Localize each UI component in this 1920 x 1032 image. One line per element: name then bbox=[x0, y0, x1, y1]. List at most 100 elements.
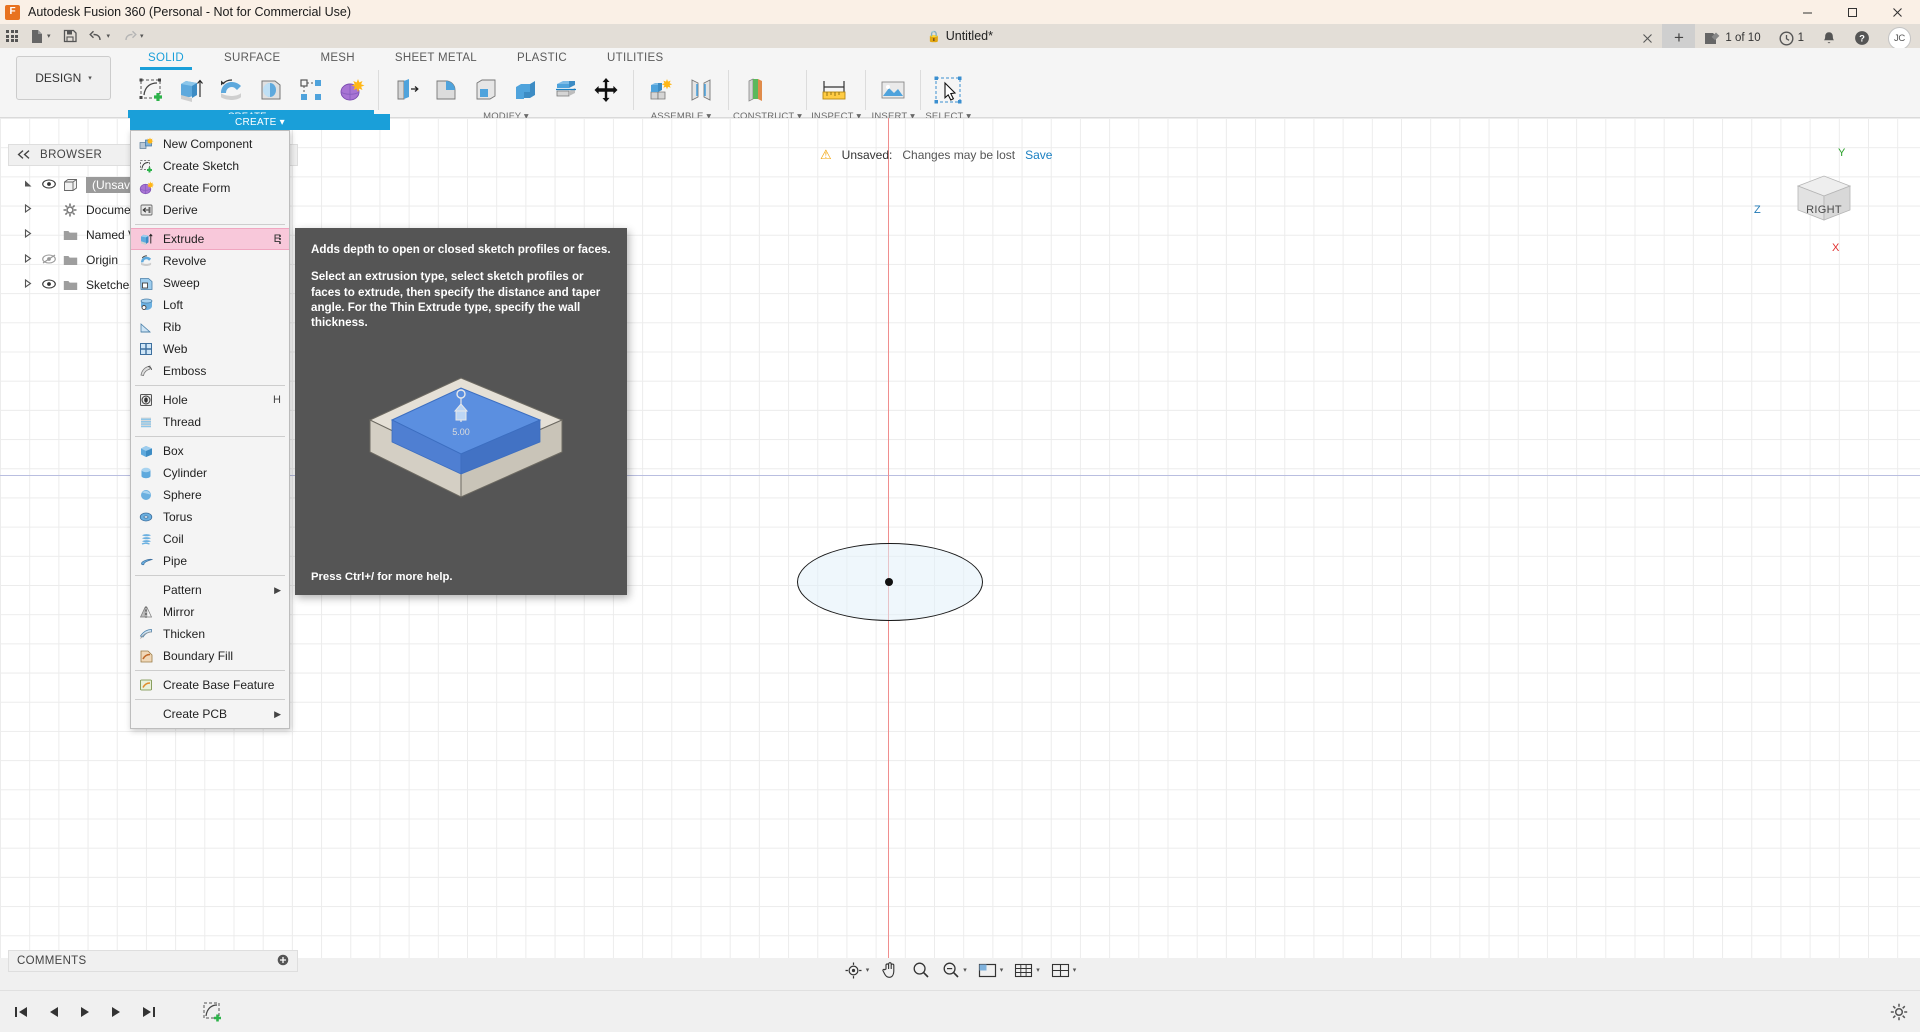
zoom-window-caret[interactable]: ▾ bbox=[963, 966, 967, 974]
combine-icon[interactable] bbox=[507, 71, 545, 109]
insert-image-icon[interactable] bbox=[874, 71, 912, 109]
menu-item-create-form[interactable]: Create Form bbox=[131, 177, 289, 199]
undo-caret[interactable]: ▾ bbox=[107, 32, 111, 40]
menu-item-revolve[interactable]: Revolve bbox=[131, 250, 289, 272]
shell-icon[interactable] bbox=[467, 71, 505, 109]
visibility-icon[interactable] bbox=[42, 178, 56, 192]
pattern-icon[interactable] bbox=[292, 71, 330, 109]
menu-item-derive[interactable]: Derive bbox=[131, 199, 289, 221]
new-file-icon[interactable]: ▾ bbox=[24, 24, 57, 48]
tab-solid[interactable]: SOLID bbox=[128, 48, 204, 70]
visibility-icon[interactable] bbox=[42, 278, 56, 292]
display-settings-icon[interactable]: ▾ bbox=[974, 956, 1008, 984]
save-icon[interactable] bbox=[57, 24, 83, 48]
zoom-window-icon[interactable]: ▾ bbox=[938, 956, 971, 984]
boundary-fill-icon bbox=[139, 648, 159, 664]
menu-item-emboss[interactable]: Emboss bbox=[131, 360, 289, 382]
collapse-left-icon[interactable] bbox=[17, 148, 31, 162]
menu-item-create-base-feature[interactable]: Create Base Feature bbox=[131, 674, 289, 696]
viewports-icon[interactable]: ▾ bbox=[1047, 956, 1081, 984]
menu-item-box[interactable]: Box bbox=[131, 440, 289, 462]
joint-icon[interactable] bbox=[682, 71, 720, 109]
menu-item-create-pcb[interactable]: Create PCB ▶ bbox=[131, 703, 289, 725]
display-settings-caret[interactable]: ▾ bbox=[1000, 966, 1004, 974]
zoom-icon[interactable] bbox=[907, 956, 935, 984]
offset-face-icon[interactable] bbox=[547, 71, 585, 109]
tab-utilities[interactable]: UTILITIES bbox=[587, 48, 683, 67]
tab-mesh[interactable]: MESH bbox=[300, 48, 374, 67]
revolve-icon[interactable] bbox=[212, 71, 250, 109]
menu-item-pattern[interactable]: Pattern ▶ bbox=[131, 579, 289, 601]
grid-snap-caret[interactable]: ▾ bbox=[1036, 966, 1040, 974]
expand-arrow-icon[interactable] bbox=[24, 179, 35, 190]
fillet-icon[interactable] bbox=[427, 71, 465, 109]
redo-icon[interactable]: ▾ bbox=[116, 24, 150, 48]
expand-arrow-icon[interactable] bbox=[24, 278, 35, 290]
menu-item-boundary-fill[interactable]: Boundary Fill bbox=[131, 645, 289, 667]
new-component-icon[interactable] bbox=[642, 71, 680, 109]
orbit-caret[interactable]: ▾ bbox=[866, 966, 870, 974]
view-cube[interactable]: RIGHT Z Y X bbox=[1754, 147, 1876, 254]
step-back-icon[interactable] bbox=[42, 1001, 64, 1023]
sketch-feature-icon[interactable] bbox=[200, 999, 226, 1025]
play-icon[interactable] bbox=[74, 1001, 96, 1023]
tab-sheet-metal[interactable]: SHEET METAL bbox=[375, 48, 497, 67]
redo-caret[interactable]: ▾ bbox=[140, 32, 144, 40]
press-pull-icon[interactable] bbox=[387, 71, 425, 109]
menu-item-loft[interactable]: Loft bbox=[131, 294, 289, 316]
create-dropdown-menu[interactable]: New Component Create Sketch Create Form Der… bbox=[130, 130, 290, 729]
menu-item-mirror[interactable]: Mirror bbox=[131, 601, 289, 623]
workspace-selector[interactable]: DESIGN ▾ bbox=[16, 56, 111, 100]
document-tab[interactable]: 🔒 Untitled* bbox=[927, 29, 993, 43]
sketch-center-point[interactable] bbox=[885, 578, 893, 586]
menu-item-overflow-icon[interactable] bbox=[279, 234, 281, 244]
menu-item-sweep[interactable]: Sweep bbox=[131, 272, 289, 294]
maximize-button[interactable] bbox=[1830, 0, 1875, 24]
submenu-arrow-icon: ▶ bbox=[274, 584, 281, 595]
create-sketch-icon[interactable] bbox=[132, 71, 170, 109]
menu-item-create-sketch[interactable]: Create Sketch bbox=[131, 155, 289, 177]
app-grid-icon[interactable] bbox=[0, 24, 24, 48]
create-form-icon[interactable] bbox=[332, 71, 370, 109]
expand-arrow-icon[interactable] bbox=[24, 203, 35, 215]
menu-item-extrude[interactable]: Extrude E bbox=[131, 228, 289, 250]
orbit-icon[interactable]: ▾ bbox=[840, 956, 874, 984]
menu-item-new-component[interactable]: New Component bbox=[131, 133, 289, 155]
minimize-button[interactable] bbox=[1785, 0, 1830, 24]
visibility-icon[interactable] bbox=[42, 253, 56, 267]
menu-item-pipe[interactable]: Pipe bbox=[131, 550, 289, 572]
expand-arrow-icon[interactable] bbox=[24, 253, 35, 265]
go-to-beginning-icon[interactable] bbox=[10, 1001, 32, 1023]
menu-item-label: Create Base Feature bbox=[163, 678, 275, 692]
undo-icon[interactable]: ▾ bbox=[83, 24, 117, 48]
construct-plane-icon[interactable] bbox=[737, 71, 775, 109]
extrude-icon[interactable] bbox=[172, 71, 210, 109]
go-to-end-icon[interactable] bbox=[138, 1001, 160, 1023]
new-file-caret[interactable]: ▾ bbox=[47, 32, 51, 40]
expand-arrow-icon[interactable] bbox=[24, 228, 35, 240]
menu-item-thicken[interactable]: Thicken bbox=[131, 623, 289, 645]
menu-item-sphere[interactable]: Sphere bbox=[131, 484, 289, 506]
viewports-caret[interactable]: ▾ bbox=[1073, 966, 1077, 974]
view-cube-face[interactable] bbox=[1794, 172, 1854, 224]
select-icon[interactable] bbox=[929, 71, 967, 109]
step-forward-icon[interactable] bbox=[106, 1001, 128, 1023]
menu-item-cylinder[interactable]: Cylinder bbox=[131, 462, 289, 484]
pan-icon[interactable] bbox=[876, 956, 904, 984]
save-link[interactable]: Save bbox=[1025, 148, 1052, 162]
sweep-icon[interactable] bbox=[252, 71, 290, 109]
menu-item-torus[interactable]: Torus bbox=[131, 506, 289, 528]
close-button[interactable] bbox=[1875, 0, 1920, 24]
menu-item-rib[interactable]: Rib bbox=[131, 316, 289, 338]
menu-item-thread[interactable]: Thread bbox=[131, 411, 289, 433]
menu-item-coil[interactable]: Coil bbox=[131, 528, 289, 550]
grid-snap-icon[interactable]: ▾ bbox=[1010, 956, 1044, 984]
loft-icon bbox=[139, 297, 159, 313]
measure-icon[interactable] bbox=[815, 71, 853, 109]
tab-surface[interactable]: SURFACE bbox=[204, 48, 300, 67]
menu-item-hole[interactable]: Hole H bbox=[131, 389, 289, 411]
menu-item-web[interactable]: Web bbox=[131, 338, 289, 360]
move-copy-icon[interactable] bbox=[587, 71, 625, 109]
timeline-settings-icon[interactable] bbox=[1888, 1001, 1910, 1023]
tab-plastic[interactable]: PLASTIC bbox=[497, 48, 587, 67]
